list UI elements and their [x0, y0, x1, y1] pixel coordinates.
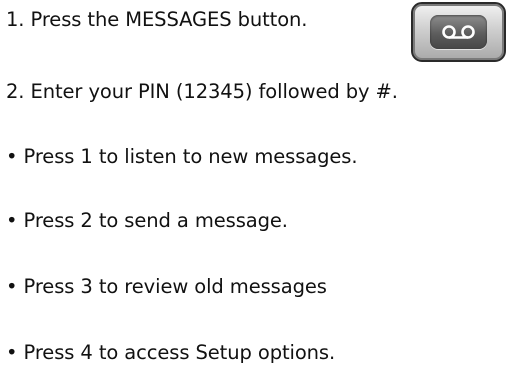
- step-enter-pin: 2. Enter your PIN (12345) followed by #.: [6, 80, 398, 103]
- option-review-old-messages: • Press 3 to review old messages: [6, 275, 327, 298]
- option-listen-new-messages: • Press 1 to listen to new messages.: [6, 145, 358, 168]
- messages-button-face[interactable]: [430, 15, 487, 49]
- messages-button[interactable]: [411, 2, 506, 62]
- voicemail-icon: [442, 25, 475, 39]
- step-press-messages: 1. Press the MESSAGES button.: [6, 8, 308, 31]
- option-send-message: • Press 2 to send a message.: [6, 209, 288, 232]
- option-setup-options: • Press 4 to access Setup options.: [6, 341, 336, 364]
